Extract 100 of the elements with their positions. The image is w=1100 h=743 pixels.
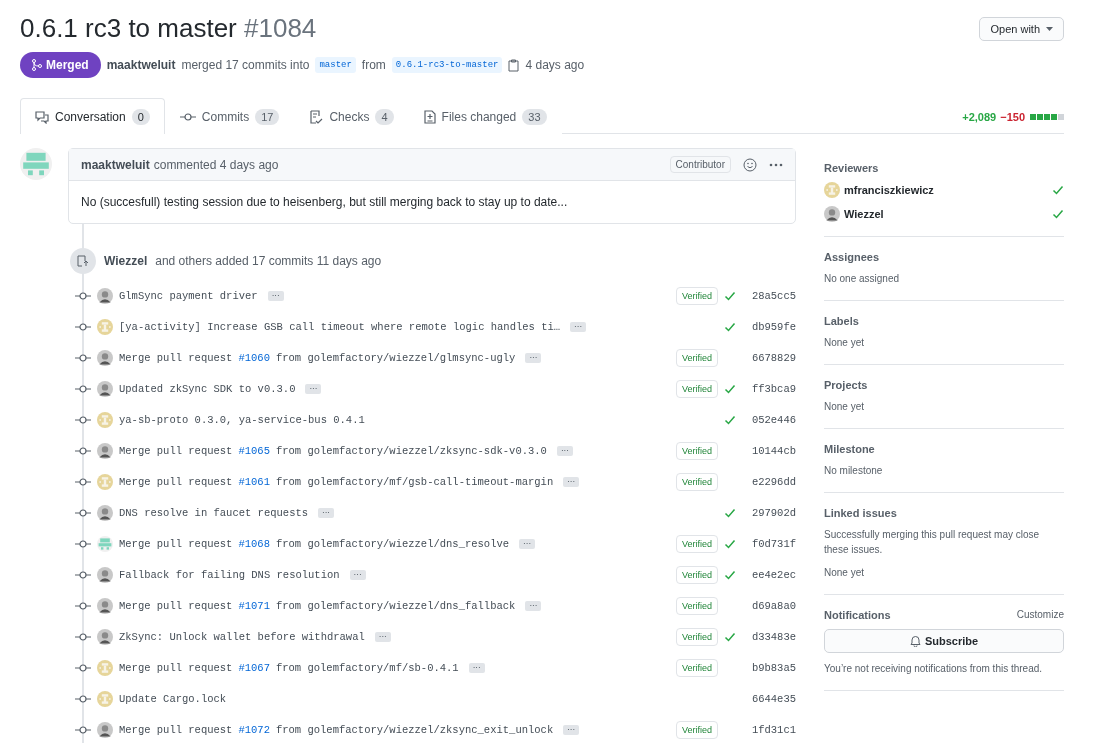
commit-sha[interactable]: ee4e2ec	[744, 568, 796, 581]
commit-message[interactable]: Merge pull request	[119, 599, 233, 612]
section-text: None yet	[824, 400, 866, 414]
pr-title: 0.6.1 rc3 to master #1084	[20, 12, 317, 45]
avatar	[97, 721, 113, 738]
commit-sha[interactable]: db959fe	[744, 320, 796, 333]
more-button[interactable]: ···	[318, 507, 335, 518]
commit-icon	[75, 384, 91, 393]
additions-count: +2,089	[962, 111, 997, 123]
commit-message[interactable]: from golemfactory/wiezzel/glmsync-ugly	[275, 351, 516, 364]
pull-request-link[interactable]: #1072	[238, 723, 270, 736]
branch-label[interactable]: 0.6.1-rc3-to-master	[391, 57, 503, 73]
commit-icon	[75, 353, 91, 362]
more-button[interactable]: ···	[556, 445, 573, 456]
verified-badge[interactable]: Verified	[675, 596, 718, 615]
section-title: Assignees	[824, 251, 881, 263]
commit-sha[interactable]: ff3bca9	[744, 382, 796, 395]
commit-sha[interactable]: 28a5cc5	[744, 289, 796, 302]
verified-badge[interactable]: Verified	[675, 379, 718, 398]
commit-message[interactable]: Merge pull request	[119, 475, 233, 488]
commit-sha[interactable]: d69a8a0	[744, 599, 796, 612]
more-button[interactable]: ···	[267, 290, 284, 301]
commit-icon	[75, 601, 91, 610]
commit-message[interactable]: ya-sb-proto 0.3.0, ya-service-bus 0.4.1	[119, 413, 365, 426]
pull-request-link[interactable]: #1060	[238, 351, 270, 364]
more-button[interactable]: ···	[305, 383, 322, 394]
verified-badge[interactable]: Verified	[675, 565, 718, 584]
commit-message[interactable]: Fallback for failing DNS resolution	[119, 568, 340, 581]
comment-body: No (succesfull) testing session due to heisenberg, but still merging back to stay up to date...	[80, 194, 569, 211]
more-button[interactable]: ···	[563, 476, 580, 487]
commit-icon	[75, 632, 91, 641]
comment-meta: commented 4 days ago	[153, 157, 279, 172]
more-button[interactable]: ···	[525, 600, 542, 611]
verified-badge[interactable]: Verified	[675, 658, 718, 677]
commit-sha[interactable]: b9b83a5	[744, 661, 796, 674]
section-text: Successfully merging this pull request may close these issues.	[824, 528, 1041, 557]
verified-badge[interactable]: Verified	[675, 286, 718, 305]
commit-sha[interactable]: f0d731f	[744, 537, 796, 550]
reviewer-name[interactable]: Wiezzel	[844, 208, 884, 220]
section-text: No one assigned	[824, 272, 901, 286]
commit-message[interactable]: Merge pull request	[119, 723, 233, 736]
commit-message[interactable]: Merge pull request	[119, 351, 233, 364]
commit-message[interactable]: ZkSync: Unlock wallet before withdrawal	[119, 630, 365, 643]
pull-request-link[interactable]: #1068	[238, 537, 270, 550]
pull-request-link[interactable]: #1061	[238, 475, 270, 488]
commit-sha[interactable]: d33483e	[744, 630, 796, 643]
comment-author[interactable]: maaktweluit	[81, 157, 150, 172]
more-button[interactable]: ···	[563, 724, 580, 735]
commit-message[interactable]: from golemfactory/wiezzel/dns_resolve	[275, 537, 510, 550]
commit-message[interactable]: Updated zkSync SDK to v0.3.0	[119, 382, 296, 395]
verified-badge[interactable]: Verified	[675, 720, 718, 739]
commit-message[interactable]: from golemfactory/mf/gsb-call-timeout-margin	[275, 475, 554, 488]
commit-sha[interactable]: 297902d	[744, 506, 796, 519]
verified-badge[interactable]: Verified	[675, 534, 718, 553]
emoji-icon[interactable]	[743, 157, 757, 172]
verified-badge[interactable]: Verified	[675, 627, 718, 646]
avatar	[97, 287, 113, 304]
more-button[interactable]: ···	[468, 662, 485, 673]
verified-badge[interactable]: Verified	[675, 441, 718, 460]
commit-message[interactable]: Merge pull request	[119, 444, 233, 457]
pull-request-link[interactable]: #1067	[238, 661, 270, 674]
commit-icon	[75, 446, 91, 455]
more-button[interactable]: ···	[570, 321, 587, 332]
more-icon[interactable]	[769, 162, 783, 167]
more-button[interactable]: ···	[374, 631, 391, 642]
commit-message[interactable]: Update Cargo.lock	[119, 692, 227, 705]
commit-message[interactable]: from golemfactory/wiezzel/dns_fallback	[275, 599, 516, 612]
commit-sha[interactable]: 052e446	[744, 413, 796, 426]
more-button[interactable]: ···	[349, 569, 366, 580]
group-author[interactable]: Wiezzel	[104, 254, 148, 268]
open-with-button[interactable]: Open with	[979, 17, 1064, 41]
commit-message[interactable]: Merge pull request	[119, 537, 233, 550]
commit-message[interactable]: from golemfactory/mf/sb-0.4.1	[275, 661, 459, 674]
verified-badge[interactable]: Verified	[675, 472, 718, 491]
commit-sha[interactable]: 6678829	[744, 351, 796, 364]
pull-request-link[interactable]: #1065	[238, 444, 270, 457]
author-name[interactable]: maaktweluit	[106, 58, 176, 72]
commit-message[interactable]: DNS resolve in faucet requests	[119, 506, 309, 519]
avatar	[97, 349, 113, 366]
pull-request-link[interactable]: #1071	[238, 599, 270, 612]
copy-icon[interactable]	[508, 58, 520, 72]
reviewer-name[interactable]: mfranciszkiewicz	[844, 184, 934, 196]
more-button[interactable]: ···	[519, 538, 536, 549]
commit-sha[interactable]: 10144cb	[744, 444, 796, 457]
customize-link[interactable]: Customize	[1016, 609, 1064, 621]
commit-message[interactable]: Merge pull request	[119, 661, 233, 674]
more-button[interactable]: ···	[525, 352, 542, 363]
commit-sha[interactable]: 1fd31c1	[744, 723, 796, 736]
commit-icon	[75, 539, 91, 548]
commit-message[interactable]: from golemfactory/wiezzel/zksync_exit_unlock	[275, 723, 554, 736]
commit-message[interactable]: GlmSync payment driver	[119, 289, 258, 302]
merge-time: 4 days ago	[525, 58, 585, 72]
branch-label[interactable]: master	[315, 57, 356, 73]
commit-sha[interactable]: e2296dd	[744, 475, 796, 488]
commit-message[interactable]: [ya-activity] Increase GSB call timeout where remote logic handles ti…	[119, 320, 561, 333]
subscribe-button[interactable]: Subscribe	[824, 629, 1064, 653]
commit-message[interactable]: from golemfactory/wiezzel/zksync-sdk-v0.3.0	[275, 444, 547, 457]
commit-sha[interactable]: 6644e35	[744, 692, 796, 705]
verified-badge[interactable]: Verified	[675, 348, 718, 367]
tab[interactable]: Conversation 0	[20, 98, 165, 134]
